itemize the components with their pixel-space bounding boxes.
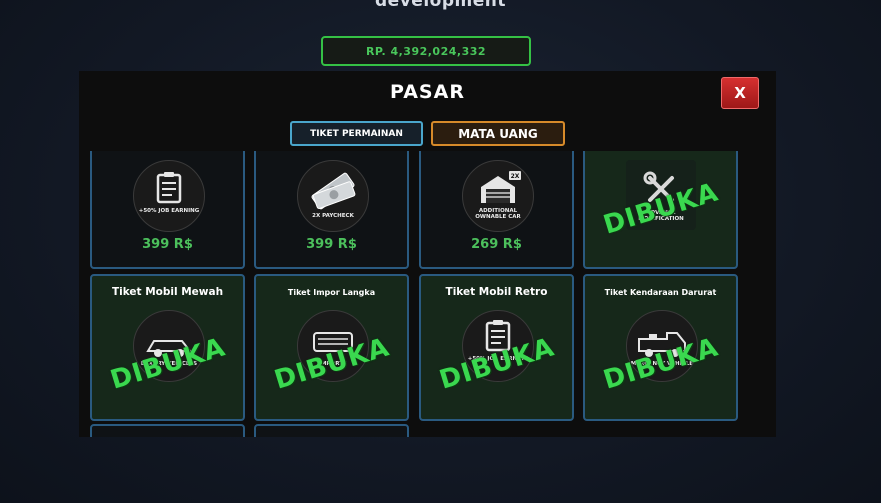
icon-caption: ADDITIONAL OWNABLE CAR (475, 208, 521, 220)
market-modal: PASAR X TIKET PERMAINAN MATA UANG +50% J… (79, 71, 776, 437)
currency-balance: RP. 4,392,024,332 (321, 36, 531, 66)
modal-title: PASAR (390, 81, 465, 103)
item-grid: +50% JOB EARNING 399 R$ 2X PAYCHECK 399 … (79, 151, 776, 437)
item-title: Tiket Impor Langka (287, 288, 376, 297)
svg-text:2X: 2X (511, 173, 520, 180)
item-title: Tiket Mobil Retro (445, 286, 548, 298)
item-price: 399 R$ (306, 237, 357, 252)
item-card[interactable] (254, 424, 409, 437)
item-card[interactable]: 2X ADDITIONAL OWNABLE CAR 269 R$ (419, 151, 574, 269)
item-card[interactable]: 2X PAYCHECK 399 R$ (254, 151, 409, 269)
item-title: Tiket Mobil Mewah (111, 286, 224, 298)
item-price: 269 R$ (471, 237, 522, 252)
item-card[interactable]: Tiket Mobil Retro +50% JOB EARNING DIBUK… (419, 274, 574, 421)
icon-caption: 2X PAYCHECK (312, 213, 354, 219)
item-card[interactable]: Tiket Mobil Mewah LUXURY VEHICLES DIBUKA (90, 274, 245, 421)
item-title: Tiket Kendaraan Darurat (604, 288, 717, 297)
item-card[interactable] (90, 424, 245, 437)
item-card[interactable]: +50% JOB EARNING 399 R$ (90, 151, 245, 269)
item-card[interactable]: Tiket Kendaraan Darurat EMERGENCY VEHICL… (583, 274, 738, 421)
background-title: development (375, 0, 506, 11)
tab-currency[interactable]: MATA UANG (431, 121, 565, 146)
garage-icon: 2X ADDITIONAL OWNABLE CAR (462, 160, 534, 232)
clipboard-icon: +50% JOB EARNING (133, 160, 205, 232)
close-button[interactable]: X (721, 77, 759, 109)
tab-game-tickets[interactable]: TIKET PERMAINAN (290, 121, 423, 146)
item-card[interactable]: Tiket Impor Langka IMPORTS DIBUKA (254, 274, 409, 421)
item-price: 399 R$ (142, 237, 193, 252)
icon-caption: +50% JOB EARNING (138, 208, 200, 214)
item-card[interactable]: ADVANCE MODIFICATION DIBUKA (583, 151, 738, 269)
cash-icon: 2X PAYCHECK (297, 160, 369, 232)
